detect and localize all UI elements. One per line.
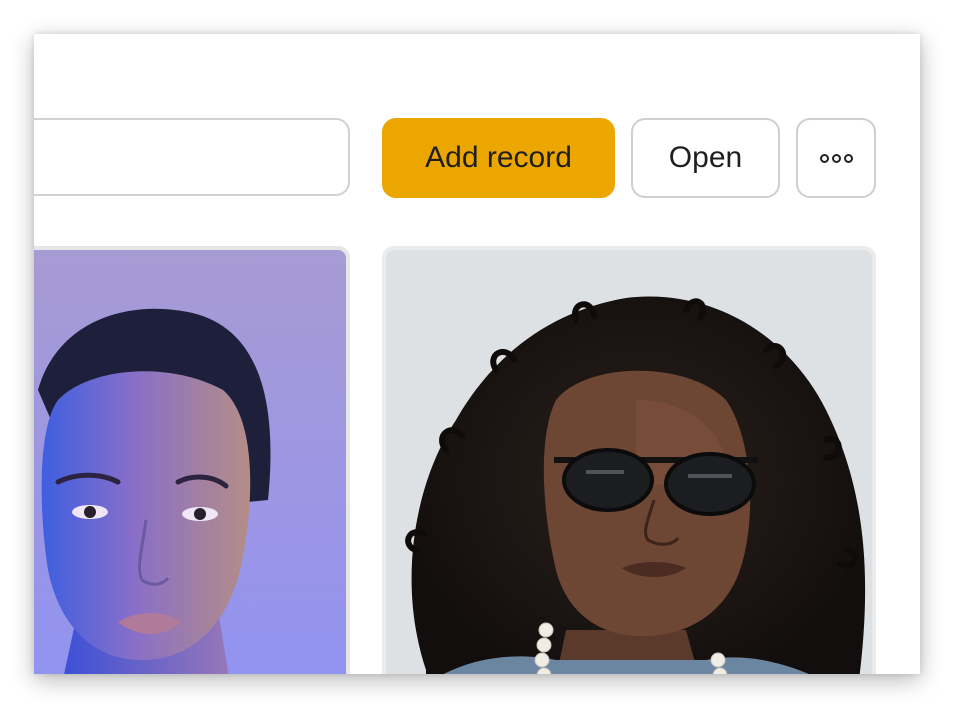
open-button[interactable]: Open	[631, 118, 780, 198]
add-record-button[interactable]: Add record	[382, 118, 615, 198]
portrait-woman-image	[34, 250, 346, 674]
add-record-label: Add record	[425, 141, 572, 174]
more-horizontal-icon	[819, 153, 853, 163]
open-label: Open	[668, 141, 743, 174]
more-options-button[interactable]	[796, 118, 876, 198]
portrait-man-image	[386, 250, 872, 674]
search-input[interactable]	[34, 118, 350, 196]
app-window: Add record Open	[34, 34, 920, 674]
gallery-card[interactable]	[34, 246, 350, 674]
gallery-card[interactable]	[382, 246, 876, 674]
